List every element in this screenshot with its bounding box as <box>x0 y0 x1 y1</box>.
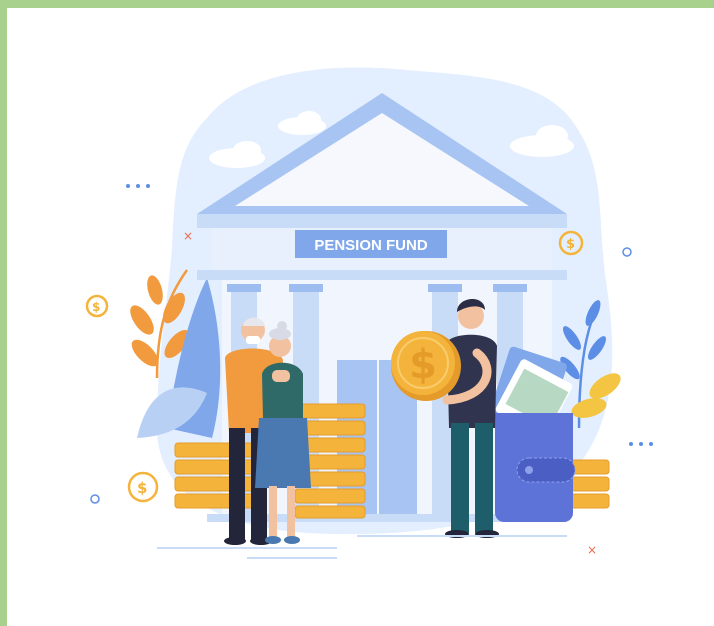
gold-coin-icon: $ <box>391 331 461 401</box>
coin-stack-right <box>568 459 610 509</box>
plant-left <box>130 269 221 438</box>
svg-text:$: $ <box>566 237 575 252</box>
pension-fund-illustration: × × $ $ $ PENSION FUND $ <box>85 67 653 559</box>
sign-text: PENSION FUND <box>314 237 428 254</box>
svg-text:×: × <box>587 543 597 557</box>
ground-lines <box>157 535 567 559</box>
svg-text:$: $ <box>137 479 147 497</box>
pension-fund-sign: PENSION FUND <box>295 230 447 258</box>
illustration-frame: × × $ $ $ PENSION FUND $ <box>7 8 714 626</box>
coin-symbol: $ <box>409 342 437 388</box>
svg-text:×: × <box>183 229 193 243</box>
svg-text:$: $ <box>92 300 100 314</box>
